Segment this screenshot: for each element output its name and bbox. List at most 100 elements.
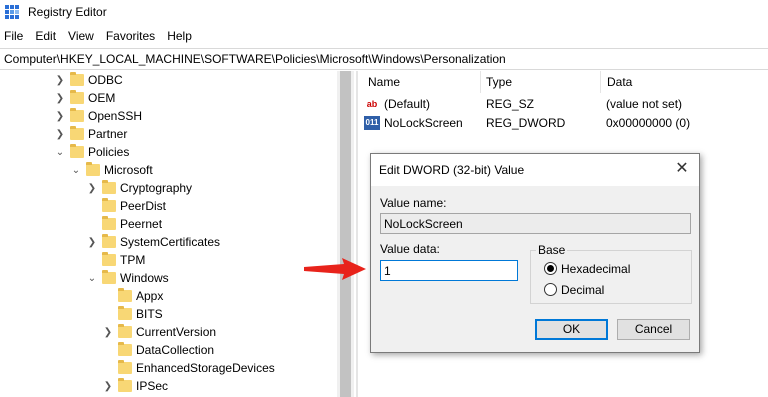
tree-item-openssh[interactable]: ❯ OpenSSH [54,107,142,125]
tree-item-label: PeerDist [120,199,167,213]
column-header-data[interactable]: Data [607,75,632,89]
folder-icon [102,252,116,266]
hexadecimal-radio[interactable] [544,262,557,275]
folder-icon [70,90,84,104]
menu-file[interactable]: File [0,27,29,47]
tree-item-label: Peernet [120,217,163,231]
tree-item-label: ODBC [88,73,123,87]
chevron-right-icon[interactable]: ❯ [54,74,66,86]
dialog-title: Edit DWORD (32-bit) Value [379,163,525,177]
column-header-name[interactable]: Name [368,75,400,89]
ok-button[interactable]: OK [535,319,608,340]
chevron-right-icon[interactable]: ❯ [102,380,114,392]
hexadecimal-label[interactable]: Hexadecimal [561,262,630,276]
dialog-title-bar: Edit DWORD (32-bit) Value ✕ [371,154,699,186]
tree-item-ipsec[interactable]: ❯ IPSec [102,377,168,395]
tree-item-systemcertificates[interactable]: ❯ SystemCertificates [86,233,220,251]
value-name: (Default) [384,96,431,111]
pane-splitter[interactable] [356,71,358,397]
value-data-input[interactable]: 1 [380,260,518,281]
folder-open-icon [86,162,100,176]
tree-item-label: Windows [120,271,169,285]
folder-icon [118,378,132,392]
value-name-label: Value name: [380,196,447,210]
folder-icon [102,180,116,194]
tree-item-label: IPSec [136,379,169,393]
tree-item-peerdist[interactable]: PeerDist [86,197,166,215]
chevron-right-icon[interactable]: ❯ [54,92,66,104]
value-row-nolockscreen[interactable]: 011 NoLockScreen REG_DWORD 0x00000000 (0… [364,113,690,132]
tree-item-bits[interactable]: BITS [102,305,163,323]
menu-view[interactable]: View [62,27,100,47]
tree-item-peernet[interactable]: Peernet [86,215,162,233]
edit-dword-dialog: Edit DWORD (32-bit) Value ✕ Value name: … [370,153,700,353]
chevron-right-icon[interactable]: ❯ [54,128,66,140]
tree-item-odbc[interactable]: ❯ ODBC [54,71,123,89]
decimal-radio[interactable] [544,283,557,296]
base-groupbox [530,250,692,304]
folder-icon [118,342,132,356]
tree-item-partner[interactable]: ❯ Partner [54,125,127,143]
value-type: REG_DWORD [486,115,566,130]
value-row-default[interactable]: ab (Default) REG_SZ (value not set) [364,94,682,113]
tree-item-label: CurrentVersion [136,325,217,339]
folder-icon [70,126,84,140]
tree-item-label: Policies [88,145,130,159]
column-header-type[interactable]: Type [486,75,512,89]
tree-item-appx[interactable]: Appx [102,287,163,305]
value-data: 0x00000000 (0) [606,115,691,130]
folder-icon [70,72,84,86]
tree-item-label: Appx [136,289,164,303]
menu-favorites[interactable]: Favorites [100,27,161,47]
tree-item-microsoft[interactable]: ⌄ Microsoft [70,161,153,179]
cancel-button[interactable]: Cancel [617,319,690,340]
tree-item-label: OpenSSH [88,109,143,123]
folder-open-icon [102,270,116,284]
tree-item-enhancedstoragedevices[interactable]: EnhancedStorageDevices [102,359,275,377]
tree-item-policies[interactable]: ⌄ Policies [54,143,129,161]
folder-icon [70,108,84,122]
tree-item-windows[interactable]: ⌄ Windows [86,269,169,287]
tree-item-currentversion[interactable]: ❯ CurrentVersion [102,323,216,341]
tree-item-oem[interactable]: ❯ OEM [54,89,115,107]
tree-item-label: SystemCertificates [120,235,221,249]
folder-icon [102,198,116,212]
address-bar[interactable]: Computer\HKEY_LOCAL_MACHINE\SOFTWARE\Pol… [0,48,768,70]
chevron-right-icon[interactable]: ❯ [86,236,98,248]
chevron-right-icon[interactable]: ❯ [86,182,98,194]
chevron-down-icon[interactable]: ⌄ [54,146,66,158]
column-divider[interactable] [600,71,601,93]
chevron-right-icon[interactable]: ❯ [54,110,66,122]
chevron-down-icon[interactable]: ⌄ [86,272,98,284]
value-name-field: NoLockScreen [380,213,691,234]
chevron-right-icon[interactable]: ❯ [102,326,114,338]
tree-item-tpm[interactable]: TPM [86,251,145,269]
value-name: NoLockScreen [384,115,463,130]
binary-value-icon: 011 [364,115,380,130]
tree-item-label: BITS [136,307,163,321]
close-icon[interactable]: ✕ [671,158,693,180]
tree-item-label: Microsoft [104,163,153,177]
column-divider[interactable] [480,71,481,93]
tree-item-datacollection[interactable]: DataCollection [102,341,214,359]
value-type: REG_SZ [486,96,535,111]
menu-help[interactable]: Help [161,27,198,47]
tree-item-label: Partner [88,127,128,141]
folder-icon [118,288,132,302]
folder-icon [118,360,132,374]
tree-item-label: DataCollection [136,343,215,357]
menu-edit[interactable]: Edit [29,27,62,47]
folder-icon [102,234,116,248]
title-bar: Registry Editor [0,0,768,24]
tree-scrollbar-thumb[interactable] [340,71,351,397]
decimal-label[interactable]: Decimal [561,283,604,297]
folder-icon [118,324,132,338]
tree-item-cryptography[interactable]: ❯ Cryptography [86,179,192,197]
chevron-down-icon[interactable]: ⌄ [70,164,82,176]
values-list-header: Name Type Data [360,71,768,93]
